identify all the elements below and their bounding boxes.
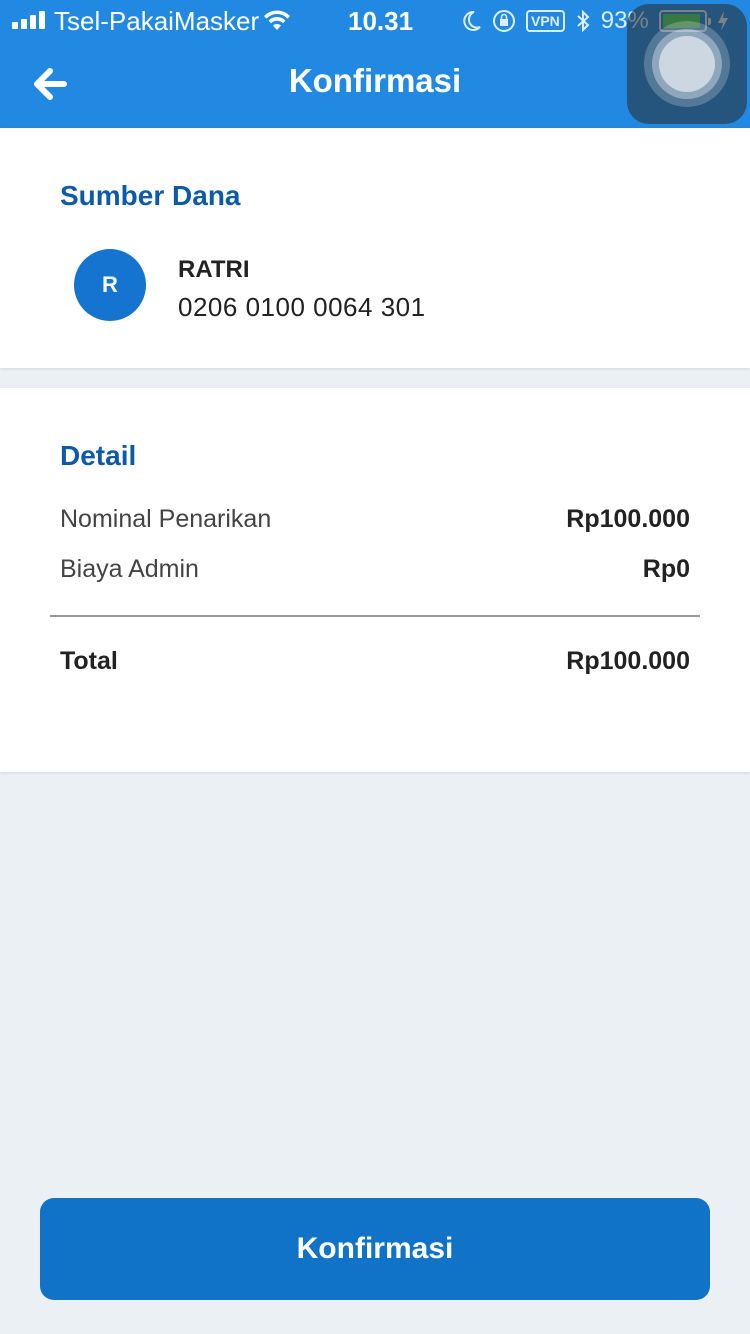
detail-row-value: Rp100.000 [566,505,690,533]
detail-total-row: Total Rp100.000 [60,647,690,676]
detail-row-label: Nominal Penarikan [60,505,272,533]
source-of-funds-title: Sumber Dana [60,180,241,211]
total-label: Total [60,647,118,675]
detail-row-label: Biaya Admin [60,555,199,583]
divider [50,615,700,617]
detail-row-withdrawal-amount: Nominal Penarikan Rp100.000 [60,505,690,534]
avatar: R [74,249,146,321]
detail-card: Detail Nominal Penarikan Rp100.000 Biaya… [0,388,750,772]
assistive-touch-button[interactable] [627,4,747,124]
carrier-name: Tsel-PakaiMasker [54,6,260,36]
clock: 10.31 [348,6,414,36]
account-number: 0206 0100 0064 301 [178,292,426,322]
moon-icon [463,10,481,31]
bluetooth-icon [577,9,590,33]
account-name: RATRI [178,256,250,283]
detail-row-admin-fee: Biaya Admin Rp0 [60,555,690,584]
signal-icon [12,11,46,29]
detail-row-value: Rp0 [642,555,690,583]
confirm-button[interactable]: Konfirmasi [40,1198,710,1300]
total-value: Rp100.000 [566,647,690,675]
rotation-lock-icon [493,10,515,32]
source-of-funds-card: Sumber Dana R RATRI 0206 0100 0064 301 [0,128,750,368]
detail-title: Detail [60,440,137,471]
vpn-badge: VPN [526,10,565,32]
wifi-icon [264,10,290,30]
